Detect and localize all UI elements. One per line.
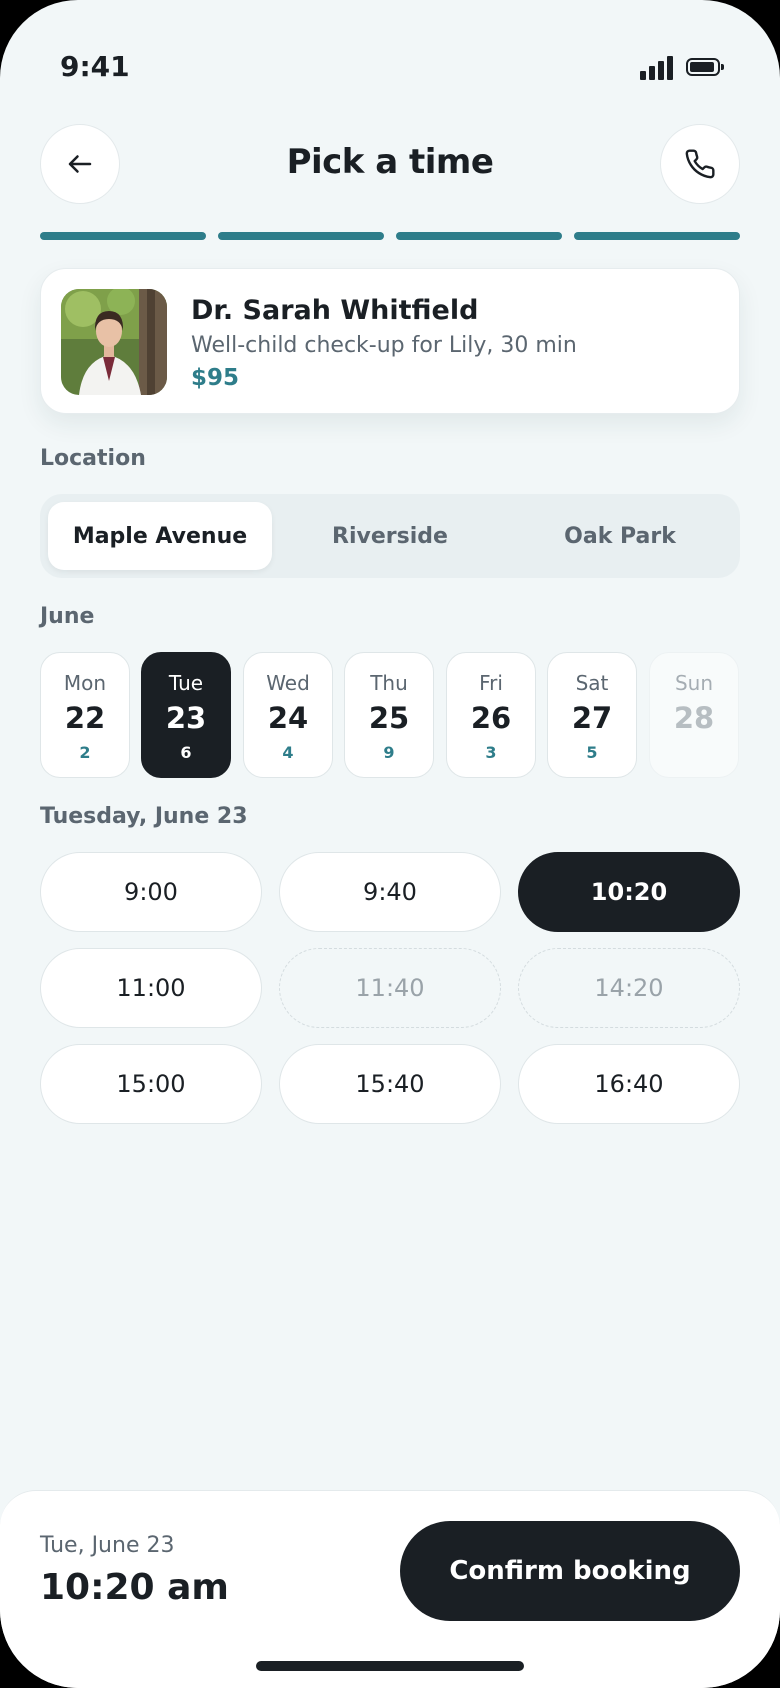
location-option-oak-park[interactable]: Oak Park	[508, 502, 732, 570]
day-wed-24[interactable]: Wed 24 4	[243, 652, 333, 778]
time-slot[interactable]: 11:00	[40, 948, 262, 1028]
day-number: 24	[267, 701, 309, 735]
slot-count: 4	[282, 743, 294, 762]
time-slot[interactable]: 15:40	[279, 1044, 501, 1124]
day-thu-25[interactable]: Thu 25 9	[344, 652, 434, 778]
day-name: Sat	[575, 671, 609, 695]
battery-icon	[686, 58, 724, 76]
slot-count: 3	[485, 743, 497, 762]
day-number: 22	[64, 701, 106, 735]
selected-date-heading: Tuesday, June 23	[40, 804, 248, 829]
day-number: 28	[673, 701, 715, 735]
confirm-booking-button[interactable]: Confirm booking	[400, 1521, 740, 1621]
time-slot[interactable]: 9:00	[40, 852, 262, 932]
day-name: Wed	[266, 671, 310, 695]
slot-count: 9	[383, 743, 395, 762]
progress-step	[40, 232, 206, 240]
location-option-maple-avenue[interactable]: Maple Avenue	[48, 502, 272, 570]
progress-step	[574, 232, 740, 240]
time-slot[interactable]: 9:40	[279, 852, 501, 932]
doctor-photo	[61, 289, 167, 395]
appointment-description: Well-child check-up for Lily, 30 min	[191, 333, 577, 358]
day-fri-26[interactable]: Fri 26 3	[446, 652, 536, 778]
location-selector: Maple Avenue Riverside Oak Park	[40, 494, 740, 578]
day-name: Mon	[63, 671, 107, 695]
slot-count: 6	[180, 743, 192, 762]
time-slot-selected[interactable]: 10:20	[518, 852, 740, 932]
day-number: 26	[470, 701, 512, 735]
status-bar: 9:41	[0, 0, 780, 100]
slot-count: 5	[586, 743, 598, 762]
day-number: 25	[368, 701, 410, 735]
day-name: Thu	[370, 671, 408, 695]
progress-step	[396, 232, 562, 240]
appointment-price: $95	[191, 365, 240, 391]
time-slot[interactable]: 15:00	[40, 1044, 262, 1124]
doctor-card: Dr. Sarah Whitfield Well-child check-up …	[40, 268, 740, 414]
day-number: 27	[571, 701, 613, 735]
location-label: Location	[40, 446, 146, 471]
phone-icon	[685, 149, 715, 179]
day-name: Sun	[674, 671, 714, 695]
time-slot-unavailable: 14:20	[518, 948, 740, 1028]
day-mon-22[interactable]: Mon 22 2	[40, 652, 130, 778]
progress-step	[218, 232, 384, 240]
booking-summary-bar: Tue, June 23 10:20 am Confirm booking	[0, 1490, 780, 1688]
home-indicator[interactable]	[256, 1661, 524, 1671]
location-option-riverside[interactable]: Riverside	[278, 502, 502, 570]
slot-count: 2	[79, 743, 91, 762]
call-button[interactable]	[660, 124, 740, 204]
status-time: 9:41	[60, 50, 130, 83]
summary-time: 10:20 am	[40, 1567, 229, 1608]
summary-date: Tue, June 23	[40, 1533, 175, 1558]
day-tue-23[interactable]: Tue 23 6	[141, 652, 231, 778]
time-slot-unavailable: 11:40	[279, 948, 501, 1028]
day-sun-28: Sun 28	[649, 652, 739, 778]
cellular-signal-icon	[640, 56, 674, 80]
day-name: Fri	[479, 671, 503, 695]
step-progress	[40, 232, 740, 240]
day-name: Tue	[168, 671, 204, 695]
booking-screen: 9:41 Pick a time Dr. Sarah Whitfield Wel…	[0, 0, 780, 1688]
month-label: June	[40, 604, 95, 629]
time-slot[interactable]: 16:40	[518, 1044, 740, 1124]
doctor-name: Dr. Sarah Whitfield	[191, 295, 479, 326]
day-number: 23	[165, 701, 207, 735]
day-sat-27[interactable]: Sat 27 5	[547, 652, 637, 778]
